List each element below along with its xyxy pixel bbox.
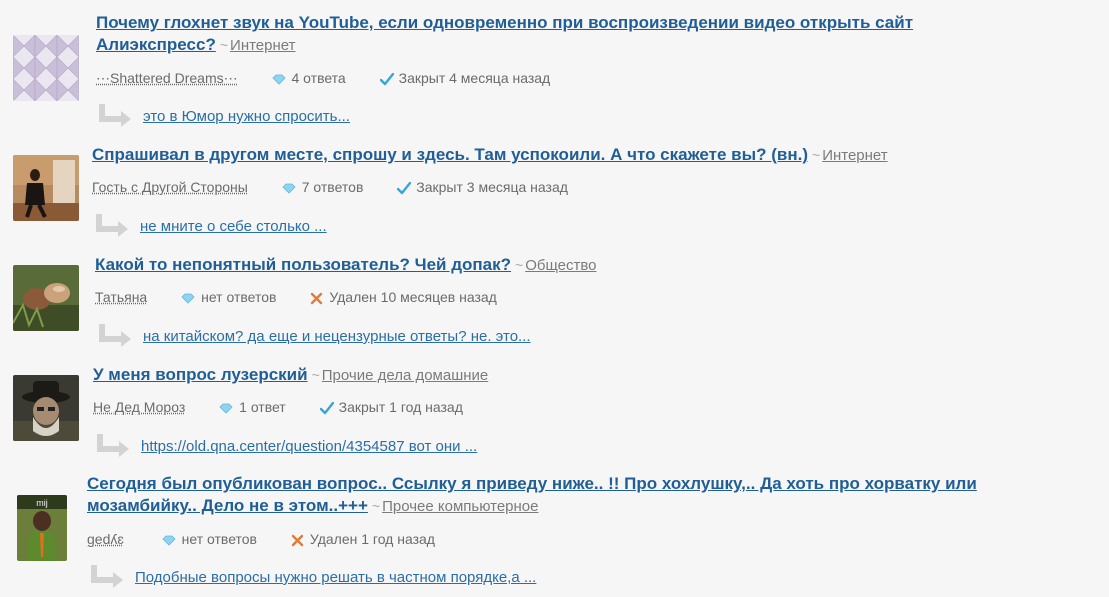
author-link[interactable]: ⋯Shattered Dreams⋯ xyxy=(96,70,238,86)
answers-count: 7 ответов xyxy=(282,178,363,196)
question-title-link[interactable]: мозамбийку.. Дело не в этом..+++ xyxy=(87,496,368,515)
author-link[interactable]: gedʎɛ xyxy=(87,531,124,547)
question-meta: gedʎɛ нет ответов Удален 1 год назад xyxy=(87,530,435,548)
answers-diamond-icon xyxy=(162,535,176,546)
question-title-link[interactable]: Какой то непонятный пользователь? Чей до… xyxy=(95,255,511,274)
reply-arrow-icon xyxy=(99,324,131,347)
avatar[interactable] xyxy=(13,375,79,441)
question-title-link[interactable]: Сегодня был опубликован вопрос.. Ссылку … xyxy=(87,474,977,493)
question-title-block: Почему глохнет звук на YouTube, если одн… xyxy=(96,12,1096,57)
check-icon xyxy=(319,401,334,414)
avatar-pattern-icon xyxy=(13,35,79,101)
category-link[interactable]: Интернет xyxy=(230,37,295,54)
reply-arrow-icon xyxy=(96,214,128,237)
question-title-block: Спрашивал в другом месте, спрошу и здесь… xyxy=(92,144,1092,167)
answers-count: нет ответов xyxy=(162,530,257,548)
status: Закрыт 1 год назад xyxy=(319,398,463,416)
svg-text:mij: mij xyxy=(36,498,48,508)
cross-icon xyxy=(311,292,323,304)
status: Закрыт 4 месяца назад xyxy=(379,69,550,87)
reply-link[interactable]: это в Юмор нужно спросить... xyxy=(143,108,350,126)
reply-link[interactable]: не мните о себе столько ... xyxy=(140,218,327,236)
tilde-separator: ~ xyxy=(371,498,381,514)
question-title-link[interactable]: Спрашивал в другом месте, спрошу и здесь… xyxy=(92,145,808,164)
check-icon xyxy=(379,72,394,85)
avatar[interactable] xyxy=(13,155,79,221)
reply-link[interactable]: на китайском? да еще и нецензурные ответ… xyxy=(143,328,531,346)
tilde-separator: ~ xyxy=(812,147,821,163)
reply-link[interactable]: Подобные вопросы нужно решать в частном … xyxy=(135,569,536,587)
question-meta: ⋯Shattered Dreams⋯ 4 ответа Закрыт 4 мес… xyxy=(96,69,550,87)
avatar-photo-icon xyxy=(13,265,79,331)
question-title-link[interactable]: Алиэкспресс? xyxy=(96,35,216,54)
question-title-block: Сегодня был опубликован вопрос.. Ссылку … xyxy=(87,473,1102,518)
reply-arrow-icon xyxy=(99,104,131,127)
question-title-link[interactable]: Почему глохнет звук на YouTube, если одн… xyxy=(96,13,913,32)
author-link[interactable]: Не Дед Мороз xyxy=(93,399,185,415)
avatar[interactable] xyxy=(13,265,79,331)
avatar-photo-icon xyxy=(13,155,79,221)
author-link[interactable]: Татьяна xyxy=(95,289,147,305)
question-title-block: Какой то непонятный пользователь? Чей до… xyxy=(95,254,1095,277)
question-title-link[interactable]: У меня вопрос лузерский xyxy=(93,365,308,384)
cross-icon xyxy=(291,534,304,546)
answers-diamond-icon xyxy=(181,293,195,304)
question-title-block: У меня вопрос лузерский ~ Прочие дела дома… xyxy=(93,364,1093,387)
answers-diamond-icon xyxy=(272,74,285,85)
check-icon xyxy=(397,181,412,194)
answers-count: 4 ответа xyxy=(272,69,346,87)
answers-count: 1 ответ xyxy=(219,398,286,416)
author-link[interactable]: Гость с Другой Стороны xyxy=(92,179,248,195)
status: Закрыт 3 месяца назад xyxy=(397,178,568,196)
avatar[interactable]: mij xyxy=(17,495,67,561)
reply-link[interactable]: https://old.qna.center/question/4354587 … xyxy=(141,438,477,456)
tilde-separator: ~ xyxy=(219,37,229,53)
category-link[interactable]: Прочее компьютерное xyxy=(382,498,538,515)
avatar-photo-icon: mij xyxy=(17,495,67,561)
question-meta: Татьяна нет ответов Удален 10 месяцев на… xyxy=(95,288,497,306)
avatar[interactable] xyxy=(13,35,79,101)
category-link[interactable]: Общество xyxy=(525,257,596,274)
status: Удален 1 год назад xyxy=(291,530,435,548)
category-link[interactable]: Интернет xyxy=(822,147,887,164)
tilde-separator: ~ xyxy=(515,257,524,273)
answers-diamond-icon xyxy=(282,183,296,194)
answers-count: нет ответов xyxy=(181,288,276,306)
reply-arrow-icon xyxy=(91,565,123,588)
tilde-separator: ~ xyxy=(311,367,320,383)
category-link[interactable]: Прочие дела домашние xyxy=(322,367,489,384)
avatar-photo-icon xyxy=(13,375,79,441)
question-meta: Гость с Другой Стороны 7 ответов Закрыт … xyxy=(92,178,568,196)
reply-arrow-icon xyxy=(97,434,129,457)
status: Удален 10 месяцев назад xyxy=(310,288,497,306)
question-meta: Не Дед Мороз 1 ответ Закрыт 1 год назад xyxy=(93,398,463,416)
answers-diamond-icon xyxy=(219,403,233,414)
